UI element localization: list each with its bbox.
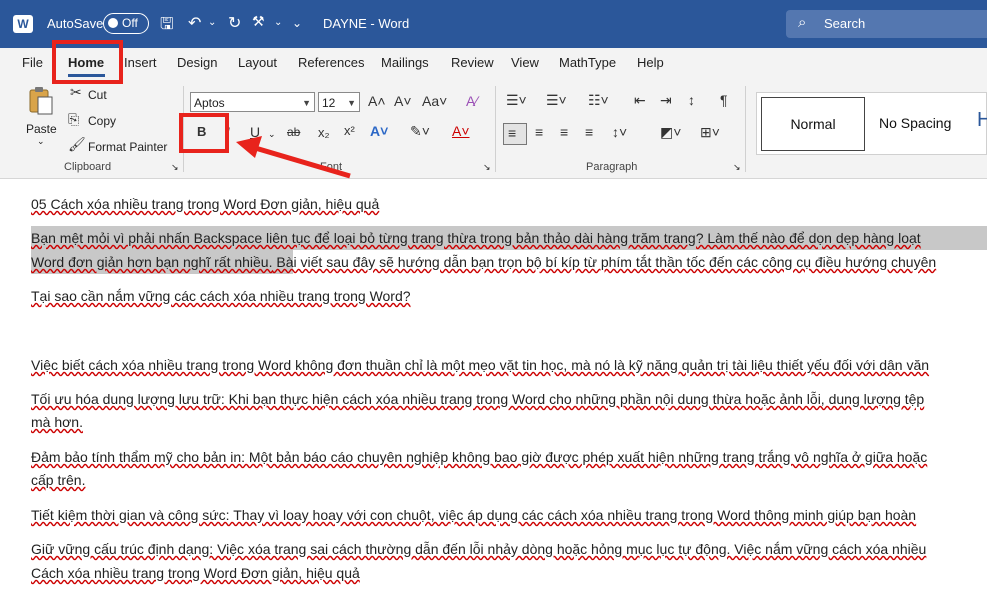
annotation-arrow: [236, 136, 351, 179]
